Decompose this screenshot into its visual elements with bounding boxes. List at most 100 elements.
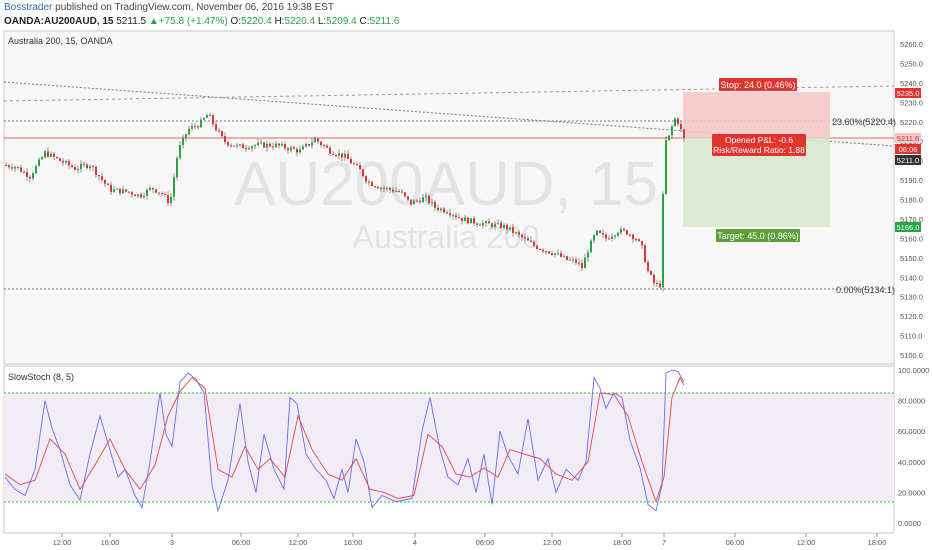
candle-body [104, 179, 106, 184]
stoch-axis[interactable]: 100.0000 80.0000 60.0000 40.0000 20.0000 0.00… [898, 366, 929, 528]
candle-body [32, 173, 34, 179]
stop-price-tag: 5235.0 [897, 89, 920, 98]
candle-body [290, 147, 292, 151]
candle-body [398, 191, 400, 193]
candle-body [209, 115, 211, 117]
candle-body [494, 223, 496, 227]
candle-body [71, 165, 73, 168]
candle-body [617, 232, 619, 236]
candle-body [374, 186, 376, 188]
candle-body [473, 218, 475, 224]
candle-body [239, 144, 241, 146]
stop-zone[interactable] [683, 92, 830, 138]
candle-body [323, 145, 325, 147]
candle-body [464, 217, 466, 222]
candle-body [488, 221, 490, 224]
candle-body [503, 224, 505, 229]
candle-body [212, 115, 214, 125]
candle-body [338, 153, 340, 156]
candle-body [590, 240, 592, 253]
candle-body [401, 191, 403, 193]
candle-body [365, 176, 367, 182]
candle-body [302, 146, 304, 150]
chart-title: Australia 200, 15, OANDA [8, 36, 113, 46]
candle-body [227, 142, 229, 146]
candle-body [347, 153, 349, 160]
candle-body [329, 147, 331, 154]
candle-body [548, 251, 550, 254]
candle-body [530, 240, 532, 242]
candle-body [350, 159, 352, 164]
candle-body [206, 115, 208, 118]
candle-body [47, 151, 49, 157]
candle-body [317, 138, 319, 142]
target-price-tag: 5166.0 [897, 223, 920, 232]
candle-body [38, 159, 40, 166]
candle-body [245, 148, 247, 150]
candle-body [443, 208, 445, 213]
time-axis[interactable]: 12:00 16:00 3 06:00 12:00 16:00 4 06:00 12:00 18:… [53, 533, 887, 547]
candle-body [551, 253, 553, 255]
candle-body [428, 195, 430, 204]
price-tick-label: 5110.0 [900, 332, 922, 341]
candle-body [29, 176, 31, 179]
candle-body [281, 144, 283, 146]
stoch-tick-label: 0.0000 [898, 519, 921, 528]
price-tick-label: 5150.0 [900, 254, 923, 263]
watermark-symbol: AU200AUD, 15 [234, 150, 658, 219]
price-tick-label: 5120.0 [900, 312, 923, 321]
price-tick-label: 5140.0 [900, 273, 923, 282]
candle-body [467, 217, 469, 224]
candle-body [116, 188, 118, 190]
candle-body [230, 145, 232, 147]
candle-body [581, 263, 583, 269]
candle-body [509, 227, 511, 230]
candle-body [491, 223, 493, 227]
candle-body [17, 166, 19, 168]
candle-body [149, 187, 151, 190]
candle-body [569, 259, 571, 261]
candle-body [542, 249, 544, 252]
candle-body [344, 153, 346, 158]
candle-body [668, 135, 670, 141]
chart-canvas[interactable]: AU200AUD, 15 Australia 200 Australia 200… [0, 0, 932, 550]
candle-body [614, 235, 616, 237]
candle-body [680, 123, 682, 130]
candle-body [377, 186, 379, 189]
price-tick-label: 5190.0 [900, 176, 923, 185]
candle-body [410, 199, 412, 205]
candle-body [254, 145, 256, 147]
candle-body [677, 118, 679, 124]
candle-body [137, 194, 139, 197]
candle-body [134, 194, 136, 197]
candle-body [479, 224, 481, 226]
candle-body [110, 184, 112, 192]
candle-body [419, 200, 421, 203]
candle-body [647, 262, 649, 271]
candle-body [602, 233, 604, 235]
candle-body [671, 126, 673, 136]
candle-body [155, 189, 157, 193]
candle-body [167, 194, 169, 204]
candle-body [461, 217, 463, 222]
candle-body [125, 189, 127, 192]
time-tick-label: 06:00 [726, 538, 745, 547]
candle-body [452, 215, 454, 217]
candle-body [233, 145, 235, 147]
candle-body [131, 192, 133, 195]
fib-236-label: 23.60%(5220.4) [832, 117, 896, 127]
price-tick-label: 5180.0 [900, 196, 923, 205]
candle-body [608, 238, 610, 240]
candle-body [605, 234, 607, 239]
time-tick-label: 16:00 [344, 538, 363, 547]
candle-body [536, 245, 538, 249]
candle-body [665, 140, 667, 195]
candle-body [674, 118, 676, 127]
candle-body [335, 154, 337, 156]
candle-body [296, 148, 298, 153]
candle-body [98, 174, 100, 177]
candle-body [371, 182, 373, 187]
candle-body [656, 283, 658, 285]
candle-body [431, 201, 433, 204]
candle-body [107, 183, 109, 185]
